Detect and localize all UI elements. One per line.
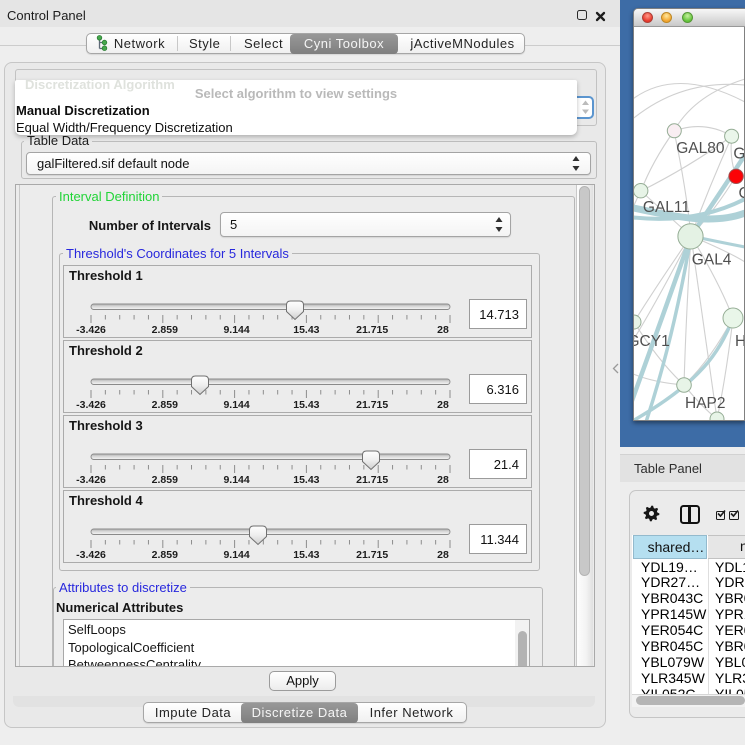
svg-text:28: 28 <box>437 474 449 486</box>
svg-text:21.715: 21.715 <box>356 399 388 411</box>
svg-text:15.43: 15.43 <box>293 474 319 486</box>
svg-text:GA: GA <box>733 146 744 163</box>
svg-text:21.715: 21.715 <box>356 324 388 336</box>
svg-text:21.715: 21.715 <box>356 549 388 561</box>
svg-text:9.144: 9.144 <box>223 474 249 486</box>
svg-text:28: 28 <box>437 324 449 336</box>
svg-text:28: 28 <box>437 549 449 561</box>
svg-text:HAP2: HAP2 <box>685 395 726 412</box>
svg-text:-3.426: -3.426 <box>76 399 106 411</box>
svg-text:GCY1: GCY1 <box>634 333 670 350</box>
svg-text:2.859: 2.859 <box>152 399 178 411</box>
svg-text:2.859: 2.859 <box>152 324 178 336</box>
svg-text:-3.426: -3.426 <box>76 474 106 486</box>
svg-text:9.144: 9.144 <box>223 324 249 336</box>
svg-text:2.859: 2.859 <box>152 474 178 486</box>
svg-text:15.43: 15.43 <box>293 549 319 561</box>
svg-text:-3.426: -3.426 <box>76 324 106 336</box>
svg-text:GAL4: GAL4 <box>692 252 732 269</box>
svg-text:-3.426: -3.426 <box>76 549 106 561</box>
svg-text:H: H <box>735 333 744 350</box>
svg-text:9.144: 9.144 <box>223 399 249 411</box>
svg-text:9.144: 9.144 <box>223 549 249 561</box>
svg-text:C: C <box>739 185 745 202</box>
svg-text:21.715: 21.715 <box>356 474 388 486</box>
svg-text:GAL80: GAL80 <box>676 140 725 157</box>
svg-text:GAL11: GAL11 <box>643 199 690 216</box>
svg-text:15.43: 15.43 <box>293 399 319 411</box>
svg-text:28: 28 <box>437 399 449 411</box>
svg-text:15.43: 15.43 <box>293 324 319 336</box>
svg-text:2.859: 2.859 <box>152 549 178 561</box>
